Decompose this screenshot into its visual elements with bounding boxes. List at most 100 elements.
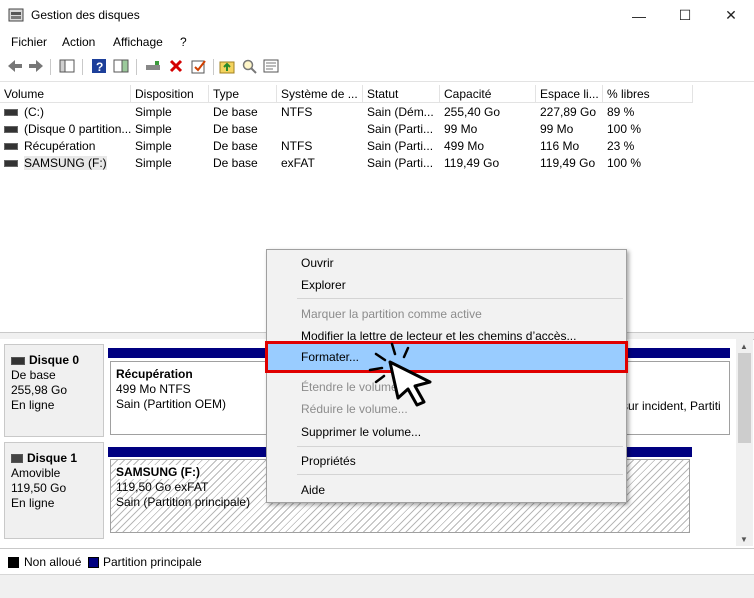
table-cell — [277, 121, 363, 138]
disk0-name: Disque 0 — [29, 353, 80, 367]
table-cell: Sain (Dém... — [367, 105, 434, 119]
partition-recovery-size: 499 Mo NTFS — [116, 382, 191, 396]
title-bar: Gestion des disques — ☐ ✕ — [0, 0, 754, 31]
vertical-scrollbar[interactable]: ▲ ▼ — [736, 339, 753, 546]
disk0-status: En ligne — [11, 398, 55, 412]
close-button[interactable]: ✕ — [708, 0, 754, 31]
disk-management-app-icon — [8, 8, 24, 22]
menu-action[interactable]: Action — [62, 35, 95, 49]
menu-separator — [297, 474, 623, 475]
checkmark-icon[interactable] — [190, 57, 208, 75]
table-cell: 227,89 Go — [540, 105, 597, 119]
table-cell: NTFS — [281, 139, 313, 153]
menu-affichage[interactable]: Affichage — [113, 35, 163, 49]
connect-drive-icon[interactable] — [144, 57, 162, 75]
header-col-capacity[interactable]: Capacité — [440, 85, 536, 103]
volume-name: SAMSUNG (F:) — [24, 156, 107, 170]
forward-arrow-icon[interactable] — [27, 57, 45, 75]
disk0-size: 255,98 Go — [11, 383, 68, 397]
volume-drive-icon — [4, 126, 18, 134]
hand-cursor-icon — [368, 342, 432, 407]
partition-recovery-status: Sain (Partition OEM) — [116, 397, 227, 411]
folder-up-icon[interactable] — [218, 57, 236, 75]
menu-ouvrir[interactable]: Ouvrir — [301, 256, 334, 270]
table-cell: De base — [213, 105, 258, 119]
table-cell: 499 Mo — [444, 139, 485, 153]
minimize-button[interactable]: — — [616, 0, 662, 31]
menu-change-drive-letter[interactable]: Modifier la lettre de lecteur et les che… — [301, 329, 576, 343]
table-cell: 100 % — [607, 122, 642, 136]
scroll-down-icon[interactable]: ▼ — [740, 535, 748, 544]
table-cell: De base — [213, 122, 258, 136]
maximize-icon: ☐ — [678, 7, 692, 23]
toolbar-separator — [50, 59, 51, 75]
partition-samsung-name: SAMSUNG (F:) — [116, 465, 200, 479]
menu-separator — [297, 446, 623, 447]
header-col-disposition[interactable]: Disposition — [131, 85, 209, 103]
legend-unallocated: Non alloué — [24, 555, 82, 569]
partition-recovery-name: Récupération — [116, 367, 193, 381]
table-cell: 100 % — [607, 156, 642, 170]
table-row[interactable]: (C:) Simple De base NTFS Sain (Dém... 255,40 … — [0, 104, 693, 121]
disk1-name: Disque 1 — [27, 451, 78, 465]
table-cell: 119,49 Go — [540, 156, 596, 170]
scroll-up-icon[interactable]: ▲ — [740, 342, 748, 351]
header-col-volume[interactable]: Volume — [0, 85, 131, 103]
disk1-label[interactable]: Disque 1 Amovible 119,50 Go En ligne — [4, 442, 104, 539]
header-col-percent-free[interactable]: % libres — [603, 85, 693, 103]
table-row[interactable]: (Disque 0 partition... Simple De base Sain … — [0, 121, 693, 138]
delete-icon[interactable] — [167, 57, 185, 75]
table-cell: 119,49 Go — [444, 156, 500, 170]
back-arrow-icon[interactable] — [6, 57, 24, 75]
table-cell: Sain (Parti... — [367, 139, 434, 153]
menu-fichier[interactable]: Fichier — [11, 35, 47, 49]
menu-delete-volume[interactable]: Supprimer le volume... — [301, 425, 421, 439]
disk1-size: 119,50 Go — [11, 481, 67, 495]
table-cell: Sain (Parti... — [367, 122, 434, 136]
close-icon: ✕ — [725, 7, 737, 23]
minimize-icon: — — [632, 7, 646, 24]
table-cell: Simple — [135, 105, 172, 119]
header-col-type[interactable]: Type — [209, 85, 277, 103]
console-tree-icon[interactable] — [58, 57, 76, 75]
menu-help[interactable]: ? — [180, 35, 187, 49]
menu-separator — [297, 298, 623, 299]
search-icon[interactable] — [240, 57, 258, 75]
header-col-status[interactable]: Statut — [363, 85, 440, 103]
header-col-filesystem[interactable]: Système de ... — [277, 85, 363, 103]
menu-format[interactable]: Formater... — [301, 350, 359, 364]
table-cell: (Disque 0 partition... — [0, 121, 131, 138]
table-cell: 99 Mo — [540, 122, 574, 136]
table-cell: Simple — [135, 139, 172, 153]
table-cell: NTFS — [281, 105, 313, 119]
scroll-thumb[interactable] — [738, 353, 751, 443]
context-menu: Ouvrir Explorer Marquer la partition com… — [265, 249, 628, 503]
table-cell: De base — [213, 156, 258, 170]
table-cell: 89 % — [607, 105, 635, 119]
table-cell: Simple — [135, 122, 172, 136]
toolbar-separator — [82, 59, 83, 75]
partition-recovery[interactable]: Récupération 499 Mo NTFS Sain (Partition… — [110, 361, 270, 435]
table-row[interactable]: SAMSUNG (F:) Simple De base exFAT Sain (Part… — [0, 155, 693, 172]
menu-help-item[interactable]: Aide — [301, 483, 325, 497]
help-icon[interactable]: ? — [90, 57, 108, 75]
menu-mark-active: Marquer la partition comme active — [301, 307, 482, 321]
menu-properties[interactable]: Propriétés — [301, 454, 356, 468]
volume-name: (C:) — [24, 105, 44, 119]
properties-icon[interactable] — [262, 57, 280, 75]
primary-partition-swatch — [88, 557, 99, 568]
menu-explorer[interactable]: Explorer — [301, 278, 346, 292]
toolbar-separator — [136, 59, 137, 75]
toolbar-separator — [213, 59, 214, 75]
table-row[interactable]: Récupération Simple De base NTFS Sain (Parti… — [0, 138, 693, 155]
maximize-button[interactable]: ☐ — [662, 0, 708, 31]
action-pane-icon[interactable] — [112, 57, 130, 75]
table-cell: (C:) — [0, 104, 131, 121]
disk0-label[interactable]: Disque 0 De base 255,98 Go En ligne — [4, 344, 104, 437]
table-cell: SAMSUNG (F:) — [0, 155, 131, 172]
menu-bar: Fichier Action Affichage ? — [0, 31, 754, 53]
volume-name: (Disque 0 partition... — [24, 122, 131, 136]
svg-text:?: ? — [96, 60, 103, 74]
legend-primary: Partition principale — [103, 555, 202, 569]
header-col-free-space[interactable]: Espace li... — [536, 85, 603, 103]
